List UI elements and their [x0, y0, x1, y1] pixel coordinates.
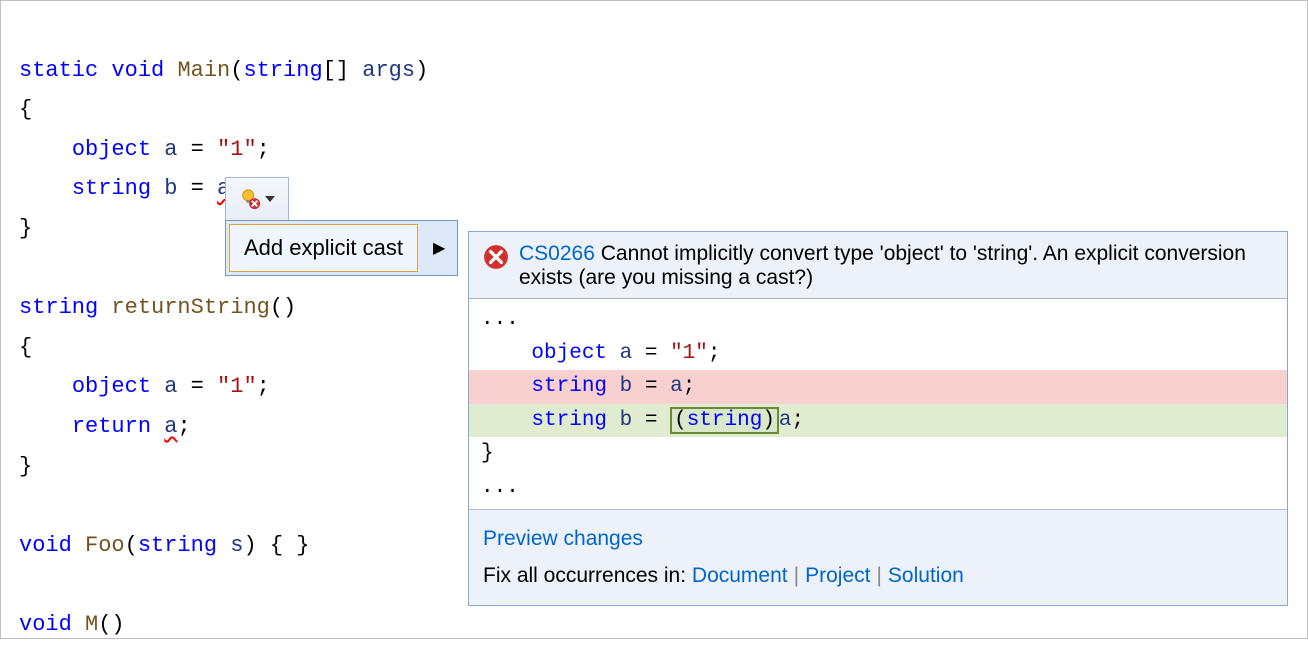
diff-added-line: string b = (string)a;: [469, 404, 1287, 438]
paren-close: ): [415, 58, 428, 83]
method-returnstring: returnString: [111, 295, 269, 320]
param-s: s: [230, 533, 243, 558]
diff-context-line: object a = "1";: [469, 337, 1287, 371]
paren-open: (: [230, 58, 243, 83]
lightbulb-button[interactable]: [225, 177, 289, 221]
brace-close: }: [19, 454, 32, 479]
diff-removed-line: string b = a;: [469, 370, 1287, 404]
separator: |: [794, 564, 799, 587]
eq: =: [177, 137, 217, 162]
quick-action-menu: Add explicit cast ▶: [225, 220, 458, 276]
diff-ellipsis: ...: [469, 303, 1287, 337]
parens: (): [98, 612, 124, 637]
keyword-static: static: [19, 58, 98, 83]
semi: ;: [257, 374, 270, 399]
eq: =: [177, 176, 217, 201]
type-string: string: [19, 295, 98, 320]
method-main: Main: [177, 58, 230, 83]
type-object: object: [72, 137, 151, 162]
error-message: CS0266 Cannot implicitly convert type 'o…: [519, 242, 1273, 290]
string-literal: "1": [217, 137, 257, 162]
string-literal: "1": [217, 374, 257, 399]
error-return-a[interactable]: a: [164, 414, 177, 439]
fix-solution-link[interactable]: Solution: [888, 564, 964, 587]
error-description: Cannot implicitly convert type 'object' …: [519, 242, 1246, 289]
parens: (): [270, 295, 296, 320]
fix-document-link[interactable]: Document: [692, 564, 788, 587]
foo-body: ) { }: [243, 533, 309, 558]
error-icon: [483, 244, 509, 270]
type-string: string: [138, 533, 217, 558]
brace-open: {: [19, 335, 32, 360]
lightbulb-error-icon: [239, 188, 261, 210]
code-fix-preview-panel: CS0266 Cannot implicitly convert type 'o…: [468, 231, 1288, 606]
fix-project-link[interactable]: Project: [805, 564, 870, 587]
error-code: CS0266: [519, 242, 595, 265]
type-string: string: [243, 58, 322, 83]
paren-open: (: [125, 533, 138, 558]
submenu-arrow-icon[interactable]: ▶: [421, 228, 457, 268]
semi: ;: [177, 414, 190, 439]
cast-highlight: (string): [670, 407, 779, 434]
dropdown-arrow-icon: [265, 196, 275, 202]
brackets: []: [323, 58, 363, 83]
preview-diff: ... object a = "1"; string b = a; string…: [469, 298, 1287, 509]
brace-close: }: [19, 216, 32, 241]
keyword-return: return: [72, 414, 151, 439]
add-explicit-cast-item[interactable]: Add explicit cast: [229, 224, 418, 272]
keyword-void: void: [111, 58, 164, 83]
preview-changes-link[interactable]: Preview changes: [483, 527, 643, 550]
brace-open: {: [19, 97, 32, 122]
method-foo: Foo: [85, 533, 125, 558]
keyword-void: void: [19, 533, 72, 558]
fix-occurrences-label: Fix all occurrences in:: [483, 564, 692, 587]
method-m: M: [85, 612, 98, 637]
semi: ;: [257, 137, 270, 162]
preview-header: CS0266 Cannot implicitly convert type 'o…: [469, 232, 1287, 298]
param-args: args: [362, 58, 415, 83]
type-object: object: [72, 374, 151, 399]
var-b: b: [164, 176, 177, 201]
eq: =: [177, 374, 217, 399]
keyword-void: void: [19, 612, 72, 637]
separator: |: [876, 564, 881, 587]
type-string: string: [72, 176, 151, 201]
diff-brace-close: }: [469, 437, 1287, 471]
var-a: a: [164, 374, 177, 399]
preview-footer: Preview changes Fix all occurrences in: …: [469, 509, 1287, 606]
diff-ellipsis: ...: [469, 471, 1287, 505]
var-a: a: [164, 137, 177, 162]
